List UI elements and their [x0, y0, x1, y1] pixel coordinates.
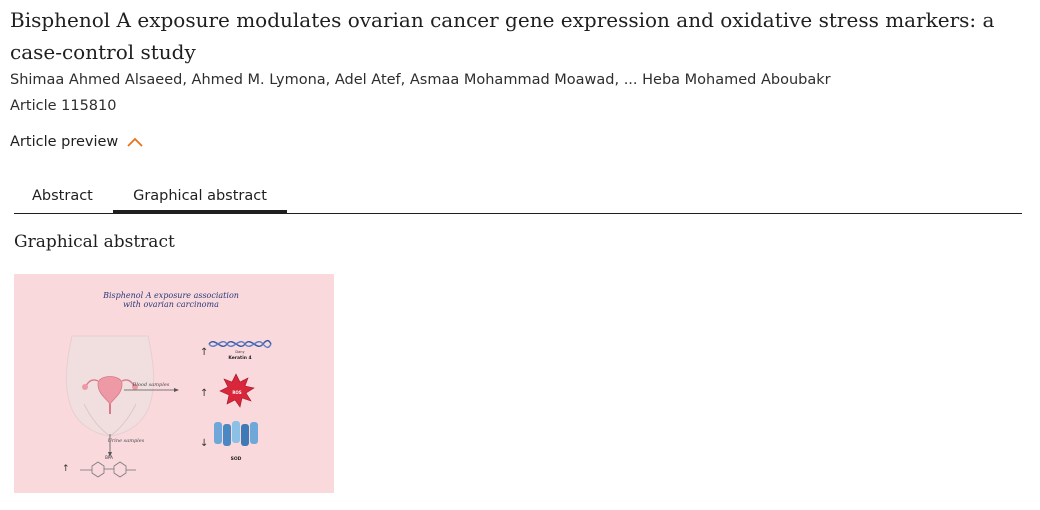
blood-samples-label: Blood samples	[132, 382, 170, 388]
article-title[interactable]: Bisphenol A exposure modulates ovarian c…	[10, 4, 1020, 68]
author-list: Shimaa Ahmed Alsaeed, Ahmed M. Lymona, A…	[10, 72, 831, 88]
keratin-prefix: Dany	[235, 350, 244, 354]
article-preview-toggle[interactable]: Article preview	[10, 134, 144, 150]
article-preview-label: Article preview	[10, 134, 119, 150]
ros-up-arrow: ↑	[200, 388, 208, 399]
bpa-up-arrow: ↑	[62, 464, 70, 474]
bpa-label: BPA	[105, 455, 113, 460]
chevron-up-icon	[127, 137, 143, 147]
figure-title-line1: Bisphenol A exposure association	[102, 291, 239, 300]
urine-samples-label: Urine samples	[108, 438, 145, 444]
tab-abstract[interactable]: Abstract	[32, 184, 93, 210]
sod-label: SOD	[231, 456, 242, 462]
sod-down-arrow: ↓	[200, 438, 208, 449]
figure-title-line2: with ovarian carcinoma	[123, 300, 219, 309]
tab-bar: Abstract Graphical abstract	[14, 184, 1022, 214]
graphical-abstract-image[interactable]: Bisphenol A exposure association with ov…	[14, 274, 334, 493]
tab-graphical-abstract[interactable]: Graphical abstract	[113, 184, 287, 213]
ros-label: ROS	[232, 390, 241, 395]
graphical-abstract-figure: Bisphenol A exposure association with ov…	[14, 274, 334, 493]
keratin-up-arrow: ↑	[200, 347, 208, 358]
keratin-label: Keratin 4	[228, 355, 251, 361]
sod-protein-icon	[214, 421, 258, 446]
article-number: Article 115810	[10, 98, 117, 114]
section-heading: Graphical abstract	[14, 232, 175, 252]
